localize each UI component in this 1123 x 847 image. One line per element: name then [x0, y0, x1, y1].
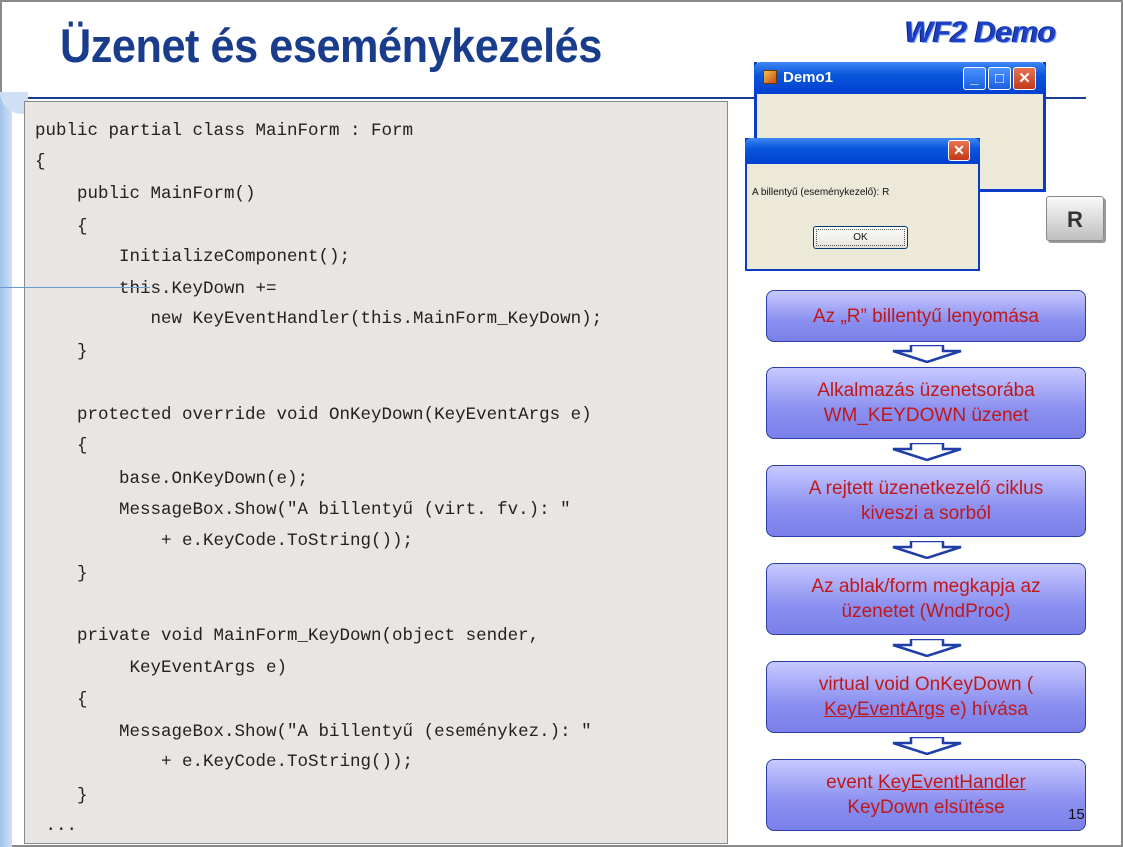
code-line: private void MainForm_KeyDown(object sen… — [35, 626, 540, 646]
keyboard-key-r: R — [1046, 196, 1104, 241]
slide-title: Üzenet és eseménykezelés — [60, 19, 602, 72]
code-line: ... — [35, 816, 78, 836]
flow-step-1: Az „R” billentyű lenyomása — [766, 290, 1086, 342]
demo1-title: Demo1 — [783, 69, 834, 86]
flow-step-text: Az ablak/form megkapja az — [811, 576, 1041, 597]
flow-step-text: WM_KEYDOWN üzenet — [823, 405, 1029, 426]
flow-step-4: Az ablak/form megkapja az üzenetet (WndP… — [766, 563, 1086, 635]
left-accent-bar — [0, 92, 12, 847]
code-line: { — [35, 217, 88, 237]
code-line: + e.KeyCode.ToString()); — [35, 531, 414, 551]
code-line: { — [35, 436, 88, 456]
flow-step-text: KeyDown elsütése — [847, 797, 1005, 818]
page-number: 15 — [1068, 806, 1085, 823]
down-arrow-icon — [892, 639, 962, 657]
message-box-close-button[interactable]: ✕ — [948, 140, 970, 161]
flow-step-2: Alkalmazás üzenetsorába WM_KEYDOWN üzene… — [766, 367, 1086, 439]
code-line: MessageBox.Show("A billentyű (eseménykez… — [35, 722, 592, 742]
flow-step-text: üzenetet (WndProc) — [841, 601, 1011, 622]
app-icon — [763, 70, 777, 84]
flow-step-3: A rejtett üzenetkezelő ciklus kiveszi a … — [766, 465, 1086, 537]
down-arrow-icon — [892, 443, 962, 461]
wf2-demo-logo: WF2 Demo — [905, 16, 1057, 49]
code-line: this.KeyDown += — [35, 279, 277, 299]
code-line: InitializeComponent(); — [35, 247, 351, 267]
flow-step-text: KeyEventArgs e) hívása — [824, 699, 1028, 720]
flow-step-text: event KeyEventHandler — [826, 772, 1026, 793]
code-panel: public partial class MainForm : Form { p… — [24, 101, 728, 844]
code-line: } — [35, 786, 88, 806]
flow-step-5: virtual void OnKeyDown ( KeyEventArgs e)… — [766, 661, 1086, 733]
code-line: { — [35, 690, 88, 710]
flow-step-text: virtual void OnKeyDown ( — [818, 674, 1034, 695]
maximize-button[interactable]: □ — [988, 67, 1011, 90]
code-line: + e.KeyCode.ToString()); — [35, 752, 414, 772]
code-line: MessageBox.Show("A billentyű (virt. fv.)… — [35, 500, 571, 520]
flow-step-text: kiveszi a sorból — [861, 503, 991, 524]
close-button[interactable]: ✕ — [1013, 67, 1036, 90]
down-arrow-icon — [892, 541, 962, 559]
ok-button[interactable]: OK — [813, 226, 908, 249]
underlined-term: KeyEventArgs — [824, 699, 945, 720]
flow-step-text: A rejtett üzenetkezelő ciklus — [808, 478, 1044, 499]
code-line: KeyEventArgs e) — [35, 658, 288, 678]
flow-step-text: Alkalmazás üzenetsorába — [817, 380, 1035, 401]
connector-line — [0, 287, 150, 288]
code-line: public partial class MainForm : Form — [35, 121, 414, 141]
flow-step-6: event KeyEventHandler KeyDown elsütése — [766, 759, 1086, 831]
message-box-titlebar[interactable] — [745, 138, 980, 164]
minimize-button[interactable]: _ — [963, 67, 986, 90]
message-box-text: A billentyű (eseménykezelő): R — [752, 187, 890, 198]
code-line: { — [35, 152, 46, 172]
down-arrow-icon — [892, 345, 962, 363]
code-line: base.OnKeyDown(e); — [35, 469, 309, 489]
code-line: } — [35, 564, 88, 584]
underlined-term: KeyEventHandler — [877, 772, 1026, 793]
code-line: public MainForm() — [35, 184, 256, 204]
code-line: } — [35, 342, 88, 362]
code-line: new KeyEventHandler(this.MainForm_KeyDow… — [35, 309, 603, 329]
down-arrow-icon — [892, 737, 962, 755]
code-line: protected override void OnKeyDown(KeyEve… — [35, 405, 592, 425]
flow-step-text: Az „R” billentyű lenyomása — [813, 305, 1039, 327]
